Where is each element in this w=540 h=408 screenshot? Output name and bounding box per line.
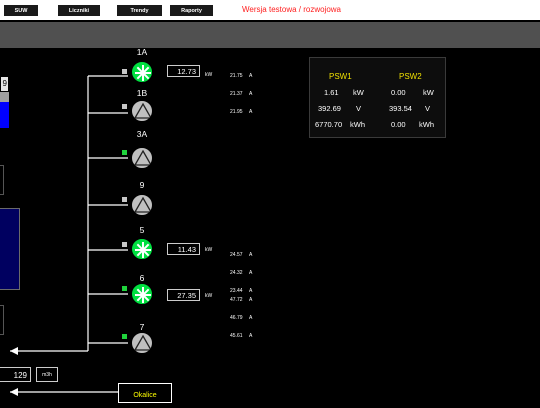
pump-5-power: 11.43 <box>167 243 200 255</box>
psw1-voltage-unit: V <box>356 104 362 113</box>
psw2-energy-value: 0.00 <box>391 120 406 129</box>
pump-9-indicator <box>122 197 127 202</box>
pump-7-label: 7 <box>139 322 145 332</box>
flow-unit: m3h <box>36 367 58 382</box>
pump-9-label: 9 <box>139 180 145 190</box>
pump-5-power-unit: kW <box>205 247 213 253</box>
pump-1b-indicator <box>122 104 127 109</box>
pump-1b-label: 1B <box>136 88 148 98</box>
pump-7-indicator <box>122 334 127 339</box>
pump-1a[interactable] <box>131 61 153 83</box>
triangle-icon <box>133 149 152 166</box>
psw2-power-value: 0.00 <box>391 88 406 97</box>
pump-1a-label: 1A <box>136 47 148 57</box>
pump-5[interactable] <box>131 238 153 260</box>
psw2-power-unit: kW <box>423 88 434 97</box>
okalice-button[interactable]: Okalice <box>118 383 172 403</box>
pump-3a-label: 3A <box>136 129 148 139</box>
pump-6-label: 6 <box>139 273 145 283</box>
psw1-energy-value: 6770.70 <box>315 120 343 129</box>
psw2-voltage-unit: V <box>425 104 431 113</box>
psw-panel: PSW1 PSW2 1.61 kW 0.00 kW 392.69 V 393.5… <box>309 57 446 138</box>
psw1-header: PSW1 <box>329 72 352 81</box>
pump-6-power: 27.35 <box>167 289 200 301</box>
pump-3a[interactable] <box>131 147 153 169</box>
pump-5-indicator <box>122 242 127 247</box>
pump-6[interactable] <box>131 283 153 305</box>
psw1-power-value: 1.61 <box>324 88 339 97</box>
pump-6-power-unit: kW <box>205 293 213 299</box>
fan-icon <box>135 287 151 303</box>
pump-6-indicator <box>122 286 127 291</box>
pump-7[interactable] <box>131 332 153 354</box>
pump-1a-power: 12.73 <box>167 65 200 77</box>
pump-1a-currents: 21.75 A 21.37 A 21.95 A <box>230 73 253 115</box>
psw2-header: PSW2 <box>399 72 422 81</box>
pump-6-currents: 47.72 A 46.79 A 45.61 A <box>230 297 253 339</box>
fan-icon <box>135 65 151 81</box>
triangle-icon <box>133 334 152 351</box>
pump-1a-power-unit: kW <box>205 72 213 78</box>
pipe-network <box>10 75 128 396</box>
pump-1a-indicator <box>122 69 127 74</box>
psw1-energy-unit: kWh <box>350 120 365 129</box>
pump-5-label: 5 <box>139 225 145 235</box>
triangle-icon <box>133 102 152 119</box>
triangle-icon <box>133 196 152 213</box>
pump-3a-indicator <box>122 150 127 155</box>
psw2-voltage-value: 393.54 <box>389 104 412 113</box>
psw2-energy-unit: kWh <box>419 120 434 129</box>
psw1-power-unit: kW <box>353 88 364 97</box>
fan-icon <box>135 242 151 258</box>
psw1-voltage-value: 392.69 <box>318 104 341 113</box>
flow-value: 129 <box>0 367 31 382</box>
pump-1b[interactable] <box>131 100 153 122</box>
pump-9[interactable] <box>131 194 153 216</box>
